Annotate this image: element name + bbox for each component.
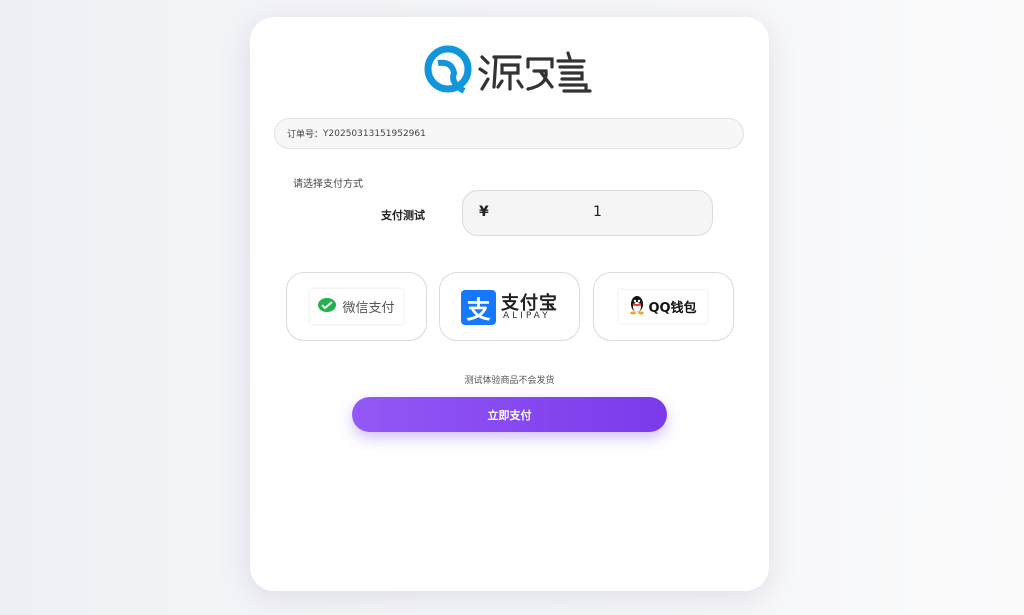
test-notice: 测试体验商品不会发货 — [464, 376, 555, 386]
pay-now-button[interactable]: 立即支付 — [352, 397, 667, 432]
amount-value: 1 — [593, 204, 602, 220]
alipay-badge: 支 支付宝 ALIPAY — [461, 289, 559, 325]
wechat-icon — [318, 297, 338, 317]
qq-icon — [629, 295, 645, 319]
choose-payment-label: 请选择支付方式 — [293, 179, 363, 190]
qq-wallet-badge: QQ钱包 — [619, 290, 707, 323]
order-number-field: 订单号： Y20250313151952961 — [274, 118, 744, 149]
item-name: 支付测试 — [381, 209, 425, 222]
qq-wallet-option[interactable]: QQ钱包 — [593, 272, 734, 341]
qq-wallet-label: QQ钱包 — [648, 301, 697, 316]
order-number-label: 订单号： — [287, 130, 324, 140]
payment-card: 订单号： Y20250313151952961 请选择支付方式 支付测试 ¥ 1… — [250, 17, 769, 591]
order-number-value: Y20250313151952961 — [323, 128, 426, 139]
alipay-option[interactable]: 支 支付宝 ALIPAY — [439, 272, 580, 341]
amount-field: ¥ 1 — [462, 190, 713, 236]
currency-symbol: ¥ — [479, 204, 489, 220]
brand-logo — [424, 41, 600, 97]
alipay-icon: 支 — [461, 290, 496, 325]
alipay-sub-label: ALIPAY — [503, 311, 551, 321]
wechat-pay-option[interactable]: 微信支付 — [286, 272, 427, 341]
wechat-pay-label: 微信支付 — [342, 301, 395, 316]
wechat-pay-badge: 微信支付 — [310, 289, 403, 324]
